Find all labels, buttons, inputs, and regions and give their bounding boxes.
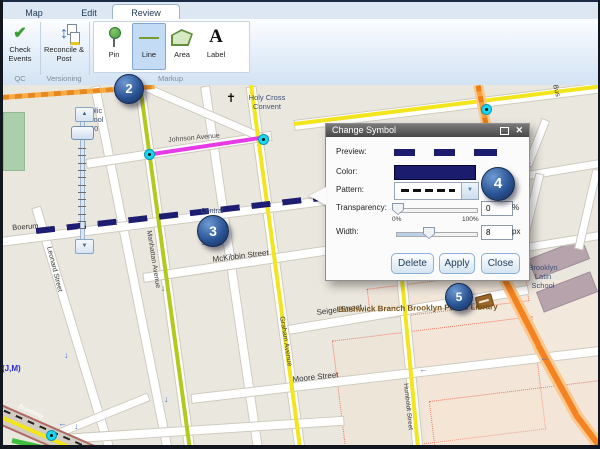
label-tool-button[interactable]: A Label xyxy=(200,24,232,69)
check-events-button[interactable]: ✔ Check Events xyxy=(2,23,38,64)
zoom-in-button[interactable]: ▲ xyxy=(75,107,94,122)
color-label: Color: xyxy=(336,167,357,176)
vertex-dot xyxy=(258,134,269,145)
page-icon xyxy=(70,32,80,45)
symbol-preview-dash xyxy=(434,149,455,156)
transparency-input[interactable] xyxy=(481,201,513,216)
delete-button[interactable]: Delete xyxy=(391,253,434,274)
oneway-arrow-icon: ← xyxy=(419,364,428,374)
pattern-label: Pattern: xyxy=(336,185,364,194)
transparency-unit: % xyxy=(512,203,519,212)
zoom-tick xyxy=(78,155,86,156)
reconcile-post-label: Reconcile & Post xyxy=(43,45,85,64)
maximize-icon[interactable] xyxy=(500,127,509,135)
transparency-slider-handle[interactable] xyxy=(392,203,404,215)
pin-icon xyxy=(98,24,130,50)
group-divider xyxy=(40,22,41,75)
oneway-arrow-icon: ↓ xyxy=(74,421,79,431)
color-swatch[interactable] xyxy=(394,165,476,180)
transparency-slider-track[interactable] xyxy=(396,208,478,213)
width-unit: px xyxy=(512,227,520,236)
zoom-out-button[interactable]: ▼ xyxy=(75,239,94,254)
window-border xyxy=(0,445,600,449)
vertex-dot xyxy=(46,430,57,441)
vertex-dot xyxy=(144,149,155,160)
map-label: (J,M) xyxy=(3,364,32,373)
width-input[interactable] xyxy=(481,225,513,240)
application-window: Map Edit Review ✔ Check Events QC ↕ Reco… xyxy=(0,0,600,449)
oneway-arrow-icon: ← xyxy=(58,418,67,428)
pattern-dropdown-arrow[interactable]: ▼ xyxy=(461,182,479,200)
vertex-dot xyxy=(481,104,492,115)
oneway-arrow-icon: ↓ xyxy=(161,283,166,293)
pattern-sample xyxy=(401,189,455,192)
zoom-slider-handle[interactable] xyxy=(71,126,94,140)
markup-tools-panel: Pin Line Area A Label xyxy=(93,21,250,73)
zoom-tick xyxy=(78,170,86,171)
width-label: Width: xyxy=(336,227,359,236)
width-slider-handle[interactable] xyxy=(423,227,435,239)
group-divider xyxy=(89,22,90,75)
line-icon xyxy=(133,24,165,50)
zoom-tick xyxy=(78,177,86,178)
zoom-tick xyxy=(78,228,86,229)
dialog-titlebar[interactable]: Change Symbol ✕ xyxy=(326,124,529,137)
apply-button[interactable]: Apply xyxy=(439,253,475,274)
zoom-tick xyxy=(78,185,86,186)
oneway-arrow-icon: ↓ xyxy=(164,394,169,404)
oneway-arrow-icon: ↓ xyxy=(64,350,69,360)
ribbon-tab-bar: Map Edit Review xyxy=(0,0,600,21)
checkmark-icon: ✔ xyxy=(2,23,38,45)
change-symbol-dialog: Change Symbol ✕ Preview: Color: Pattern:… xyxy=(325,123,530,281)
dialog-leader-arrow xyxy=(309,187,326,205)
dialog-title: Change Symbol xyxy=(332,125,396,135)
map-label: Holy Cross Convent xyxy=(236,94,298,112)
preview-label: Preview: xyxy=(336,147,367,156)
label-a-icon: A xyxy=(200,24,232,50)
zoom-tick xyxy=(78,206,86,207)
slider-min-label: 0% xyxy=(392,216,401,223)
zoom-tick xyxy=(78,148,86,149)
callout-badge-4: 4 xyxy=(481,167,515,201)
transparency-label: Transparency: xyxy=(336,203,387,212)
symbol-preview-dash xyxy=(394,149,415,156)
group-label-qc: QC xyxy=(2,74,38,83)
group-label-versioning: Versioning xyxy=(41,74,87,83)
callout-badge-2: 2 xyxy=(114,74,144,104)
oneway-arrow-icon: ← xyxy=(540,353,549,363)
ribbon: ✔ Check Events QC ↕ Reconcile & Post Ver… xyxy=(0,19,600,86)
zoom-tick xyxy=(78,199,86,200)
callout-badge-5: 5 xyxy=(445,283,473,311)
map-label: ✝ xyxy=(224,91,238,105)
close-button[interactable]: Close xyxy=(481,253,520,274)
slider-max-label: 100% xyxy=(462,216,479,223)
symbol-preview-dash xyxy=(474,149,497,156)
window-border xyxy=(0,0,3,449)
line-tool-button[interactable]: Line xyxy=(132,23,166,70)
park-area xyxy=(3,112,25,171)
area-tool-button[interactable]: Area xyxy=(166,24,198,69)
close-icon[interactable]: ✕ xyxy=(515,124,523,137)
zoom-tick xyxy=(78,192,86,193)
zoom-tick xyxy=(78,221,86,222)
area-icon xyxy=(166,24,198,50)
check-events-label: Check Events xyxy=(2,45,38,64)
pattern-dropdown[interactable] xyxy=(394,182,463,200)
callout-badge-3: 3 xyxy=(197,215,229,247)
reconcile-icon: ↕ xyxy=(43,23,85,45)
pin-tool-button[interactable]: Pin xyxy=(98,24,130,69)
reconcile-post-button[interactable]: ↕ Reconcile & Post xyxy=(43,23,85,64)
zoom-tick xyxy=(78,163,86,164)
zoom-tick xyxy=(78,214,86,215)
